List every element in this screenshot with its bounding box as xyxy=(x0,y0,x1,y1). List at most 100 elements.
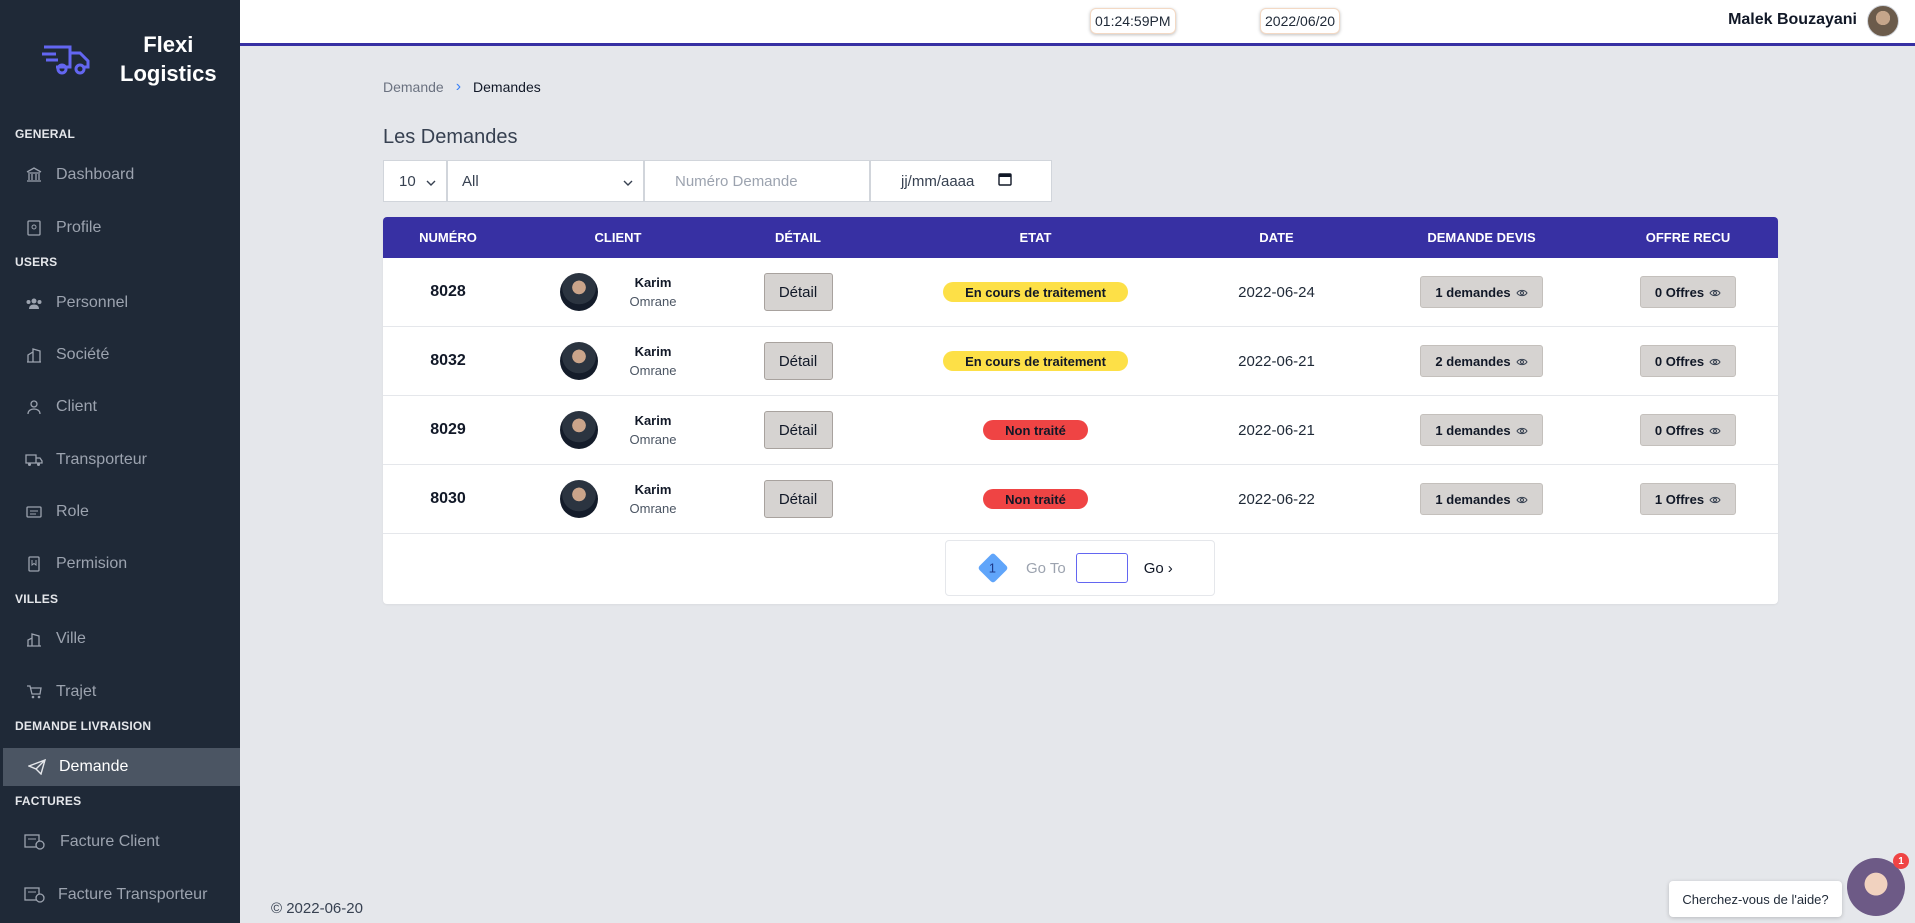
footer-copyright: © 2022-06-20 xyxy=(271,900,363,917)
sidebar-item-societe[interactable]: Société xyxy=(0,336,240,374)
offres-count: 1 Offres xyxy=(1654,491,1705,507)
sidebar-item-facture-transporteur[interactable]: Facture Transporteur xyxy=(0,876,240,914)
section-demande-livraison: DEMANDE LIVRAISION xyxy=(15,719,152,733)
sidebar-item-transporteur[interactable]: Transporteur xyxy=(0,441,240,479)
truck-icon xyxy=(24,450,44,470)
view-devis-button[interactable]: 1 demandes xyxy=(1420,414,1543,446)
paper-plane-icon xyxy=(27,757,47,777)
invoice-icon xyxy=(24,832,46,852)
offres-count: 0 Offres xyxy=(1654,353,1705,369)
cart-icon xyxy=(24,682,44,702)
detail-button[interactable]: Détail xyxy=(763,273,833,311)
detail-button[interactable]: Détail xyxy=(763,342,833,380)
invoice-icon xyxy=(24,885,46,905)
client-last-name: Omrane xyxy=(629,432,677,447)
devis-count: 1 demandes xyxy=(1435,422,1511,438)
date-filter-input[interactable]: jj/mm/aaaa xyxy=(870,160,1052,202)
page-button-current[interactable]: 1 xyxy=(977,552,1009,584)
sidebar-item-demande[interactable]: Demande xyxy=(3,748,240,786)
filters-bar: 10 All Numéro Demande jj/mm/aaaa xyxy=(383,160,1052,202)
user-name[interactable]: Malek Bouzayani xyxy=(1728,11,1857,29)
col-etat: ETAT xyxy=(1019,230,1052,245)
view-offres-button[interactable]: 0 Offres xyxy=(1639,276,1737,308)
table-header: NUMÉRO CLIENT DÉTAIL ETAT DATE DEMANDE D… xyxy=(383,217,1778,258)
col-numero: NUMÉRO xyxy=(419,230,477,245)
status-badge: En cours de traitement xyxy=(943,351,1128,371)
users-icon xyxy=(24,293,44,313)
current-date: 2022/06/20 xyxy=(1260,8,1341,34)
brand[interactable]: Flexi Logistics xyxy=(0,0,240,118)
search-number-input[interactable]: Numéro Demande xyxy=(644,160,870,202)
table-row: 8028 Karim Omrane Détail En cours de trai… xyxy=(383,258,1778,327)
status-select[interactable]: All xyxy=(447,160,644,202)
pagination: 1 Go To Go › xyxy=(945,540,1215,596)
sidebar-item-facture-client[interactable]: Facture Client xyxy=(0,823,240,861)
sidebar-item-label: Profile xyxy=(56,219,102,236)
view-offres-button[interactable]: 0 Offres xyxy=(1639,345,1737,377)
offres-count: 0 Offres xyxy=(1654,422,1705,438)
section-users: USERS xyxy=(15,255,58,269)
truck-logo-icon xyxy=(42,45,90,75)
page-number: 1 xyxy=(989,560,997,576)
goto-page-input[interactable] xyxy=(1075,553,1128,583)
profile-card-icon xyxy=(24,218,44,238)
help-prompt[interactable]: Cherchez-vous de l'aide? xyxy=(1669,881,1842,917)
section-general: GENERAL xyxy=(15,127,76,141)
sidebar-item-label: Ville xyxy=(56,630,86,647)
row-date: 2022-06-21 xyxy=(1238,352,1315,370)
row-client: Karim Omrane xyxy=(559,342,676,380)
chevron-right-icon: › xyxy=(455,78,462,95)
view-devis-button[interactable]: 1 demandes xyxy=(1420,276,1543,308)
breadcrumb-parent[interactable]: Demande xyxy=(383,79,444,95)
view-devis-button[interactable]: 2 demandes xyxy=(1420,345,1543,377)
row-client: Karim Omrane xyxy=(559,273,676,311)
eye-icon xyxy=(1516,492,1528,507)
avatar[interactable] xyxy=(1867,5,1899,37)
view-offres-button[interactable]: 0 Offres xyxy=(1639,414,1737,446)
detail-button[interactable]: Détail xyxy=(763,411,833,449)
detail-button[interactable]: Détail xyxy=(763,480,833,518)
date-placeholder: jj/mm/aaaa xyxy=(901,172,975,190)
sidebar-item-ville[interactable]: Ville xyxy=(0,620,240,658)
devis-count: 1 demandes xyxy=(1435,491,1511,507)
user-icon xyxy=(24,397,44,417)
eye-icon xyxy=(1516,285,1528,300)
row-date: 2022-06-21 xyxy=(1238,421,1315,439)
sidebar-item-label: Permision xyxy=(56,555,128,572)
sidebar-item-label: Client xyxy=(56,398,97,415)
sidebar-item-dashboard[interactable]: Dashboard xyxy=(0,156,240,194)
sidebar-item-label: Dashboard xyxy=(56,166,135,183)
view-offres-button[interactable]: 1 Offres xyxy=(1639,483,1737,515)
sidebar-item-profile[interactable]: Profile xyxy=(0,209,240,247)
avatar xyxy=(559,342,598,380)
sidebar-item-label: Demande xyxy=(59,758,129,775)
sidebar-item-client[interactable]: Client xyxy=(0,388,240,426)
sidebar-item-permision[interactable]: Permision xyxy=(0,545,240,583)
client-first-name: Karim xyxy=(634,413,672,428)
brand-name: Flexi Logistics xyxy=(120,32,217,86)
section-villes: VILLES xyxy=(15,592,59,606)
page-size-value: 10 xyxy=(399,172,416,190)
chevron-down-icon xyxy=(623,173,633,190)
row-client: Karim Omrane xyxy=(559,480,676,518)
notification-badge: 1 xyxy=(1893,853,1909,869)
sidebar-item-trajet[interactable]: Trajet xyxy=(0,673,240,711)
view-devis-button[interactable]: 1 demandes xyxy=(1420,483,1543,515)
calendar-icon[interactable] xyxy=(998,172,1013,190)
page-size-select[interactable]: 10 xyxy=(383,160,447,202)
table-row: 8032 Karim Omrane Détail En cours de trai… xyxy=(383,327,1778,396)
row-numero: 8028 xyxy=(430,283,466,300)
col-client: CLIENT xyxy=(594,230,642,245)
section-factures: FACTURES xyxy=(15,794,82,808)
sidebar-item-role[interactable]: Role xyxy=(0,493,240,531)
offres-count: 0 Offres xyxy=(1654,284,1705,300)
row-numero: 8030 xyxy=(430,490,466,507)
avatar xyxy=(559,273,598,311)
city-icon xyxy=(24,629,44,649)
id-card-icon xyxy=(24,502,44,522)
sidebar-item-personnel[interactable]: Personnel xyxy=(0,284,240,322)
breadcrumb: Demande › Demandes xyxy=(383,78,541,96)
status-value: All xyxy=(462,172,479,190)
eye-icon xyxy=(1709,354,1721,369)
go-button[interactable]: Go › xyxy=(1144,560,1173,577)
